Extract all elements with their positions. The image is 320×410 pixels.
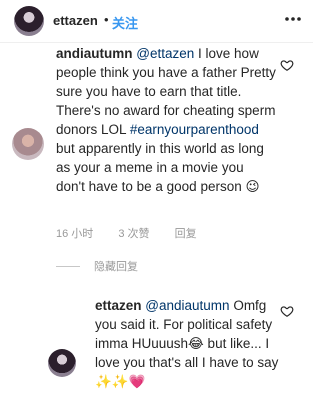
reply-text: ettazen @andiautumn Omfg you said it. Fo… (95, 296, 280, 391)
follow-button[interactable]: 关注 (112, 13, 138, 32)
hide-replies-label[interactable]: 隐藏回复 (94, 258, 138, 274)
reply-mention[interactable]: @andiautumn (145, 298, 229, 313)
comment-meta: 16 小时 3 次赞 回复 (56, 225, 219, 241)
hide-replies-line (56, 265, 80, 267)
more-options-icon[interactable] (283, 9, 303, 29)
reply-username[interactable]: ettazen (95, 298, 142, 313)
comment-reply-button[interactable]: 回复 (175, 228, 197, 240)
comment-text: andiautumn @ettazen I love how people th… (56, 44, 276, 196)
header-avatar[interactable] (14, 6, 44, 36)
comment-likes[interactable]: 3 次赞 (118, 228, 149, 240)
hide-replies-toggle[interactable]: 隐藏回复 (56, 258, 138, 274)
header-separator: • (104, 12, 109, 27)
comment-like-heart-icon[interactable] (280, 58, 294, 72)
reply-like-heart-icon[interactable] (280, 304, 294, 318)
post-header: ettazen • 关注 (0, 0, 313, 43)
comment-hashtag[interactable]: #earnyourparenthood (130, 122, 259, 137)
comment-mention[interactable]: @ettazen (136, 46, 194, 61)
commenter-avatar[interactable] (12, 128, 44, 160)
reply-avatar[interactable] (48, 349, 76, 377)
header-username[interactable]: ettazen (53, 13, 98, 28)
comment-time: 16 小时 (56, 228, 94, 240)
comment-body-b: but apparently in this world as long as … (56, 141, 264, 194)
comment-username[interactable]: andiautumn (56, 46, 133, 61)
